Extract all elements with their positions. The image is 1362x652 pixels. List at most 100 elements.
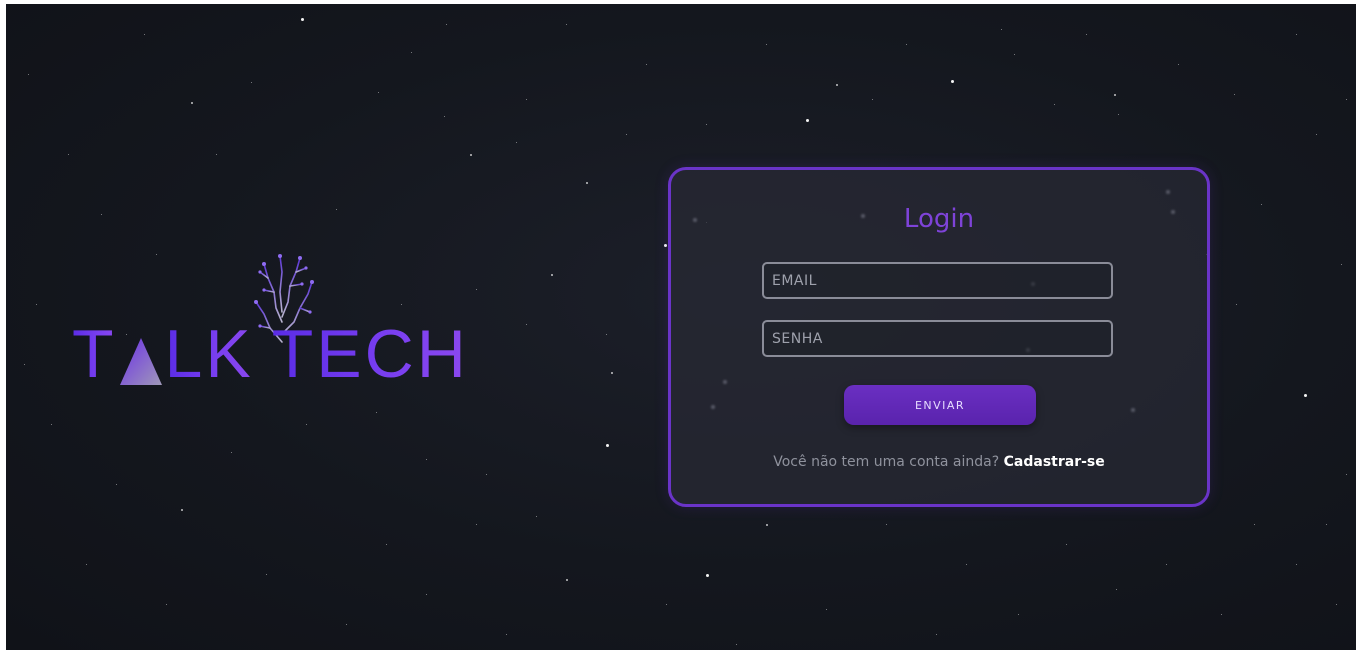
card-star [1131,408,1135,412]
star [476,524,477,525]
star [1336,604,1337,605]
star [666,604,667,605]
star [806,119,809,122]
star [736,644,737,645]
star [611,372,613,374]
star [486,474,487,475]
star [646,64,647,65]
star [24,364,25,365]
star [378,92,379,93]
star [1066,544,1067,545]
star [1221,614,1222,615]
star [664,244,667,247]
star [1296,564,1297,565]
star [586,182,588,184]
star [706,574,709,577]
login-card: Login ENVIAR Você não tem uma conta aind… [668,167,1210,507]
submit-button[interactable]: ENVIAR [844,385,1036,425]
star [1001,29,1002,30]
star [1014,54,1015,55]
star [216,154,217,155]
star [426,459,427,460]
star [1086,34,1087,35]
brand-letter-t: T [72,316,117,392]
star [766,524,768,526]
star [872,99,873,100]
signup-prompt-text: Você não tem uma conta ainda? [773,454,1000,470]
star [1254,524,1255,525]
star [1261,204,1262,205]
star [301,18,304,21]
star [444,116,445,117]
star [336,209,337,210]
card-star [1166,190,1170,194]
star [411,52,412,53]
star [886,524,887,525]
star [251,82,252,83]
star [346,624,347,625]
star [936,634,937,635]
star [606,444,609,447]
card-star [711,405,715,409]
star [506,634,507,635]
login-title: Login [903,204,975,234]
star [1116,589,1117,590]
star [231,452,232,453]
brand-wordmark: T LK TECH [72,320,469,388]
star [1346,99,1347,100]
star [1054,104,1055,105]
talktech-logo: T LK TECH [72,242,492,402]
star [1296,34,1297,35]
star [426,594,427,595]
star [1234,94,1235,95]
triangle-icon [119,338,162,385]
star [1326,524,1327,525]
star [86,564,87,565]
star [526,324,527,325]
star [181,509,183,511]
star [1236,304,1237,305]
email-input[interactable] [762,262,1113,299]
card-star [723,380,727,384]
star [906,44,907,45]
signup-link[interactable]: Cadastrar-se [1004,454,1105,470]
star [566,579,568,581]
star [1118,114,1119,115]
star [516,142,517,143]
star [386,544,387,545]
star [266,574,267,575]
star [626,134,627,135]
star [376,412,377,413]
brand-letters-tech: TECH [271,316,469,392]
star [101,214,102,215]
brand-letters-lk: LK [164,316,254,392]
star [551,274,553,276]
star [836,84,838,86]
star [51,424,52,425]
star [191,102,193,104]
star [166,604,167,605]
star [1166,564,1167,565]
star [1316,134,1317,135]
star [566,24,567,25]
star [470,154,472,156]
login-page: T LK TECH Login EMAIL ENVIAR Você não te… [6,4,1356,650]
star [966,564,967,565]
star [951,80,954,83]
star [144,34,145,35]
star [1178,64,1179,65]
star [826,609,827,610]
star [1341,264,1342,265]
star [1346,474,1347,475]
star [116,484,117,485]
star [446,24,447,25]
star [1304,394,1307,397]
star [706,124,707,125]
star [36,304,37,305]
star [68,154,69,155]
password-input[interactable] [762,320,1113,357]
star [526,99,527,100]
star [306,424,307,425]
star [606,334,607,335]
star [536,516,537,517]
